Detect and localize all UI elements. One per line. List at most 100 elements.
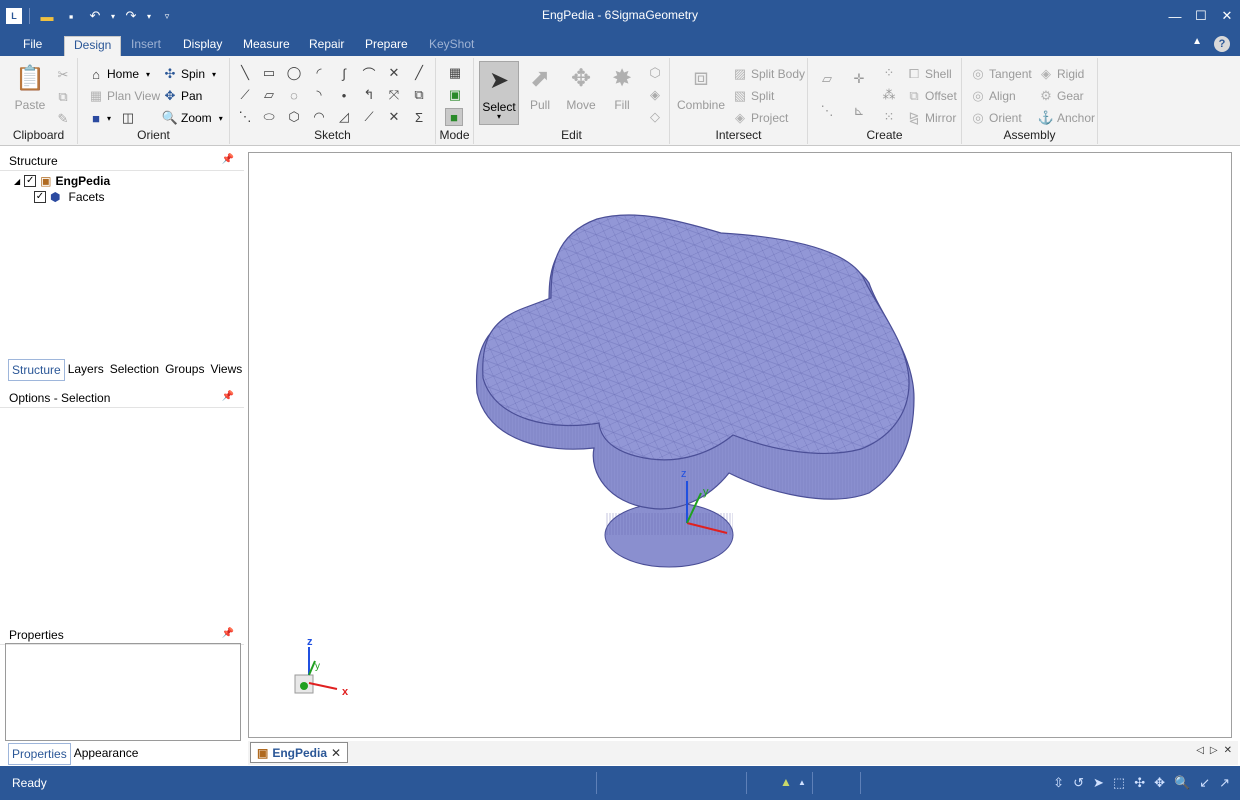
tab-repair[interactable]: Repair [300, 36, 353, 56]
tab-measure[interactable]: Measure [234, 36, 299, 56]
ellipse-tool-icon[interactable]: ⬭ [260, 108, 278, 126]
tab-scroll-left-icon[interactable]: ◁ [1196, 745, 1204, 756]
tangent-line-icon[interactable]: ⟋ [236, 86, 254, 104]
curve-tool-icon[interactable]: ⌒ [360, 64, 378, 82]
format-painter-icon[interactable]: ✎ [54, 110, 72, 128]
pointer-select-icon[interactable]: ➤ [1093, 775, 1104, 791]
construction-line-icon[interactable]: ⋱ [236, 108, 254, 126]
collapse-arrow-icon[interactable]: ◢ [14, 177, 20, 186]
align-button[interactable]: ◎ Align [970, 88, 1015, 104]
arc-tool-icon[interactable]: ◜ [310, 64, 328, 82]
edit-extra-1-icon[interactable]: ⬡ [646, 64, 664, 82]
tab-keyshot[interactable]: KeyShot [420, 36, 483, 56]
bend-tool-icon[interactable]: ╱ [410, 64, 428, 82]
coordinate-system-icon[interactable]: ⊾ [850, 102, 868, 120]
viewport-canvas[interactable]: z y z y x [249, 153, 1232, 738]
selection-filter-icon[interactable]: ⇳ [1053, 775, 1064, 791]
circle-tool-icon[interactable]: ◯ [285, 64, 303, 82]
tab-insert[interactable]: Insert [122, 36, 170, 56]
mirror-curve-icon[interactable]: ⟋ [360, 108, 378, 126]
tree-node-root[interactable]: ◢ ✓ ▣ EngPedia [14, 173, 110, 189]
maximize-icon[interactable]: ☐ [1188, 0, 1214, 32]
section-mode-icon[interactable]: ▣ [446, 86, 464, 104]
panel-tab-selection[interactable]: Selection [107, 359, 162, 381]
shell-button[interactable]: ⧠ Shell [906, 66, 952, 82]
tangent-button[interactable]: ◎ Tangent [970, 66, 1031, 82]
zoom-button[interactable]: 🔍 Zoom ▾ [162, 110, 223, 126]
axis-icon[interactable]: ⋱ [818, 102, 836, 120]
three-point-circle-icon[interactable]: ◌ [285, 86, 303, 104]
project-curve-icon[interactable]: ⧉ [410, 86, 428, 104]
spline-tool-icon[interactable]: ∫ [335, 64, 353, 82]
panel-tab-layers[interactable]: Layers [65, 359, 107, 381]
fillet-tool-icon[interactable]: ◿ [335, 108, 353, 126]
rigid-button[interactable]: ◈ Rigid [1038, 66, 1084, 82]
tab-display[interactable]: Display [174, 36, 231, 56]
3d-viewport[interactable]: z y z y x [248, 152, 1232, 738]
trim-tool-icon[interactable]: ✕ [385, 64, 403, 82]
tab-file[interactable]: File [14, 36, 51, 56]
orient-button[interactable]: ◎ Orient [970, 110, 1021, 126]
facets-visibility-checkbox[interactable]: ✓ [34, 191, 46, 203]
combine-button[interactable]: ⧈ Combine [676, 62, 726, 112]
pull-button[interactable]: ⬈ Pull [520, 62, 560, 113]
previous-view-icon[interactable]: ↙ [1199, 775, 1210, 791]
pan-tool-icon[interactable]: ✥ [1154, 775, 1165, 791]
warning-dropdown-icon[interactable]: ▲ [798, 778, 806, 787]
split-body-button[interactable]: ▨ Split Body [732, 66, 805, 82]
box-select-icon[interactable]: ⬚ [1113, 775, 1125, 791]
home-button[interactable]: ⌂ Home ▾ [88, 66, 150, 82]
pan-button[interactable]: ✥ Pan [162, 88, 203, 104]
next-view-icon[interactable]: ↗ [1219, 775, 1230, 791]
panel-tab-properties[interactable]: Properties [8, 743, 71, 765]
panel-tab-groups[interactable]: Groups [162, 359, 207, 381]
sweep-arc-icon[interactable]: ◠ [310, 108, 328, 126]
knob-model[interactable] [475, 214, 915, 568]
lasso-select-icon[interactable]: ↺ [1073, 775, 1084, 791]
tab-prepare[interactable]: Prepare [356, 36, 417, 56]
extend-tool-icon[interactable]: ⤧ [385, 86, 403, 104]
tab-design[interactable]: Design [64, 36, 122, 56]
select-button[interactable]: ➤ Select ▾ [479, 61, 519, 125]
panel-tab-structure[interactable]: Structure [8, 359, 65, 381]
rectangle-tool-icon[interactable]: ▭ [260, 64, 278, 82]
gear-button[interactable]: ⚙ Gear [1038, 88, 1084, 104]
equation-tool-icon[interactable]: Σ [410, 108, 428, 126]
move-button[interactable]: ✥ Move [561, 62, 601, 113]
close-tab-icon[interactable]: ✕ [331, 746, 341, 760]
minimize-icon[interactable]: — [1162, 0, 1188, 32]
tree-node-facets[interactable]: ✓ ⬢ Facets [34, 189, 110, 205]
collapse-ribbon-icon[interactable]: ▲ [1192, 36, 1202, 52]
edit-extra-3-icon[interactable]: ◇ [646, 108, 664, 126]
offset-curve-icon[interactable]: ↰ [360, 86, 378, 104]
panel-tab-appearance[interactable]: Appearance [71, 743, 142, 765]
properties-pin-icon[interactable]: 📌 [222, 628, 234, 639]
origin-icon[interactable]: ✛ [850, 70, 868, 88]
fill-button[interactable]: ✸ Fill [602, 62, 642, 113]
three-point-arc-icon[interactable]: ◝ [310, 86, 328, 104]
split-curve-icon[interactable]: ✕ [385, 108, 403, 126]
paste-button[interactable]: 📋 Paste [10, 62, 50, 113]
circular-pattern-icon[interactable]: ⁂ [880, 86, 898, 104]
mirror-button[interactable]: ⧎ Mirror [906, 110, 957, 126]
spin-tool-icon[interactable]: ✣ [1134, 775, 1145, 791]
point-tool-icon[interactable]: • [335, 86, 353, 104]
grid-pattern-icon[interactable]: ⁙ [880, 108, 898, 126]
point-pattern-icon[interactable]: ⁘ [880, 64, 898, 82]
options-pin-icon[interactable]: 📌 [222, 391, 234, 402]
plane-icon[interactable]: ▱ [818, 70, 836, 88]
document-tab-engpedia[interactable]: ▣ EngPedia ✕ [250, 742, 349, 763]
anchor-button[interactable]: ⚓ Anchor [1038, 110, 1095, 126]
split-button[interactable]: ▧ Split [732, 88, 775, 104]
pin-icon[interactable]: 📌 [222, 154, 234, 165]
project-button[interactable]: ◈ Project [732, 110, 788, 126]
3d-mode-icon[interactable]: ■ [445, 108, 463, 126]
close-icon[interactable]: ✕ [1214, 0, 1240, 32]
spin-button[interactable]: ✣ Spin ▾ [162, 66, 217, 82]
sketch-mode-icon[interactable]: ▦ [446, 64, 464, 82]
line-tool-icon[interactable]: ╲ [236, 64, 254, 82]
root-visibility-checkbox[interactable]: ✓ [24, 175, 37, 187]
edit-extra-2-icon[interactable]: ◈ [646, 86, 664, 104]
copy-icon[interactable]: ⧉ [54, 88, 72, 106]
polygon-sides-icon[interactable]: ⬡ [285, 108, 303, 126]
